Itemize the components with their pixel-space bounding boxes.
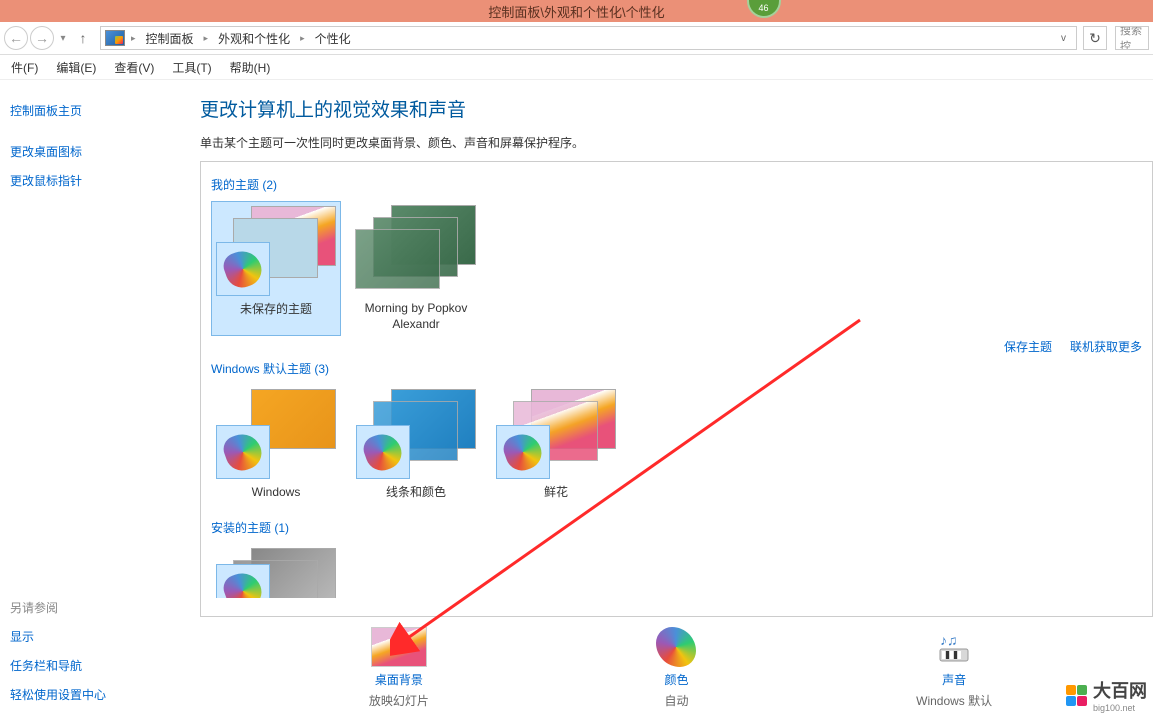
my-themes-header[interactable]: 我的主题 (2) xyxy=(211,176,1142,193)
watermark-logo-icon xyxy=(1065,684,1087,706)
breadcrumb-item[interactable]: 个性化 xyxy=(311,28,355,49)
menu-file[interactable]: 件(F) xyxy=(2,56,47,79)
option-title: 桌面背景 xyxy=(375,671,423,688)
watermark: 大百网 big100.net xyxy=(1065,677,1147,713)
palette-icon xyxy=(216,242,270,296)
history-dropdown-icon[interactable]: ▾ xyxy=(56,33,70,44)
sound-option[interactable]: ♪♫ 声音 Windows 默认 xyxy=(884,627,1024,709)
option-title: 声音 xyxy=(942,671,966,688)
page-description: 单击某个主题可一次性同时更改桌面背景、颜色、声音和屏幕保护程序。 xyxy=(200,134,1153,151)
forward-button[interactable]: → xyxy=(30,26,54,50)
menu-view[interactable]: 查看(V) xyxy=(105,56,163,79)
sidebar-ease-of-access[interactable]: 轻松使用设置中心 xyxy=(10,680,180,709)
control-panel-icon xyxy=(105,30,125,46)
theme-windows[interactable]: Windows xyxy=(211,385,341,505)
breadcrumb-dropdown-icon[interactable]: v xyxy=(1055,33,1072,44)
breadcrumb[interactable]: ▸ 控制面板 ▸ 外观和个性化 ▸ 个性化 v xyxy=(100,26,1077,50)
theme-thumbnail xyxy=(216,389,336,479)
get-more-themes-link[interactable]: 联机获取更多 xyxy=(1070,338,1142,355)
watermark-sub: big100.net xyxy=(1093,703,1147,713)
menu-edit[interactable]: 编辑(E) xyxy=(47,56,105,79)
theme-thumbnail xyxy=(216,206,336,296)
badge-count: 46 xyxy=(747,0,781,18)
theme-lines[interactable]: 线条和颜色 xyxy=(351,385,481,505)
breadcrumb-item[interactable]: 控制面板 xyxy=(142,28,198,49)
option-subtitle: 自动 xyxy=(664,692,688,709)
chevron-right-icon: ▸ xyxy=(200,33,213,44)
search-input[interactable]: 搜索控 xyxy=(1115,26,1149,50)
sidebar-display[interactable]: 显示 xyxy=(10,622,180,651)
see-also-label: 另请参阅 xyxy=(10,593,180,622)
theme-installed[interactable] xyxy=(211,544,341,608)
theme-label: 未保存的主题 xyxy=(240,302,312,318)
theme-thumbnail xyxy=(216,548,336,598)
watermark-text: 大百网 xyxy=(1093,677,1147,703)
nav-bar: ← → ▾ ↑ ▸ 控制面板 ▸ 外观和个性化 ▸ 个性化 v ↻ 搜索控 xyxy=(0,22,1153,55)
chevron-right-icon: ▸ xyxy=(127,33,140,44)
sidebar-desktop-icons[interactable]: 更改桌面图标 xyxy=(10,137,180,166)
theme-morning[interactable]: Morning by Popkov Alexandr xyxy=(351,201,481,336)
background-icon xyxy=(371,627,427,667)
theme-thumbnail xyxy=(356,205,476,295)
sidebar-mouse-pointers[interactable]: 更改鼠标指针 xyxy=(10,166,180,195)
svg-text:♪♫: ♪♫ xyxy=(940,632,958,648)
desktop-background-option[interactable]: 桌面背景 放映幻灯片 xyxy=(329,627,469,709)
sidebar-home[interactable]: 控制面板主页 xyxy=(10,96,180,125)
save-theme-link[interactable]: 保存主题 xyxy=(1004,338,1052,355)
theme-flowers[interactable]: 鲜花 xyxy=(491,385,621,505)
up-button[interactable]: ↑ xyxy=(72,27,94,49)
theme-unsaved[interactable]: 未保存的主题 xyxy=(211,201,341,336)
option-title: 颜色 xyxy=(664,671,688,688)
refresh-button[interactable]: ↻ xyxy=(1083,26,1107,50)
palette-icon xyxy=(356,425,410,479)
title-bar: 控制面板\外观和个性化\个性化 46 xyxy=(0,0,1153,22)
chevron-right-icon: ▸ xyxy=(296,33,309,44)
content-area: 更改计算机上的视觉效果和声音 单击某个主题可一次性同时更改桌面背景、颜色、声音和… xyxy=(190,80,1153,719)
theme-label: 线条和颜色 xyxy=(386,485,446,501)
back-button[interactable]: ← xyxy=(4,26,28,50)
theme-label: 鲜花 xyxy=(544,485,568,501)
theme-thumbnail xyxy=(496,389,616,479)
theme-label: Morning by Popkov Alexandr xyxy=(355,301,477,332)
color-option[interactable]: 颜色 自动 xyxy=(606,627,746,709)
option-subtitle: 放映幻灯片 xyxy=(369,692,429,709)
installed-themes-header[interactable]: 安装的主题 (1) xyxy=(211,519,1142,536)
menu-tools[interactable]: 工具(T) xyxy=(163,56,220,79)
menu-help[interactable]: 帮助(H) xyxy=(221,56,280,79)
menu-bar: 件(F) 编辑(E) 查看(V) 工具(T) 帮助(H) xyxy=(0,55,1153,80)
default-themes-header[interactable]: Windows 默认主题 (3) xyxy=(211,360,1142,377)
theme-actions: 保存主题 联机获取更多 xyxy=(1004,338,1142,355)
window-title: 控制面板\外观和个性化\个性化 xyxy=(488,2,664,21)
palette-icon xyxy=(216,425,270,479)
theme-thumbnail xyxy=(356,389,476,479)
palette-icon xyxy=(496,425,550,479)
page-title: 更改计算机上的视觉效果和声音 xyxy=(200,95,1153,122)
palette-icon xyxy=(216,564,270,598)
themes-panel: 我的主题 (2) 未保存的主题 Morning by Popkov Alexan… xyxy=(200,161,1153,617)
sidebar-taskbar[interactable]: 任务栏和导航 xyxy=(10,651,180,680)
option-subtitle: Windows 默认 xyxy=(916,692,992,709)
theme-label: Windows xyxy=(252,485,301,501)
sidebar: 控制面板主页 更改桌面图标 更改鼠标指针 另请参阅 显示 任务栏和导航 轻松使用… xyxy=(0,80,190,719)
sound-icon: ♪♫ xyxy=(930,627,978,667)
theme-settings-row: 桌面背景 放映幻灯片 颜色 自动 ♪♫ 声音 Windows 默认 xyxy=(200,617,1153,719)
color-icon xyxy=(656,627,696,667)
breadcrumb-item[interactable]: 外观和个性化 xyxy=(214,28,294,49)
